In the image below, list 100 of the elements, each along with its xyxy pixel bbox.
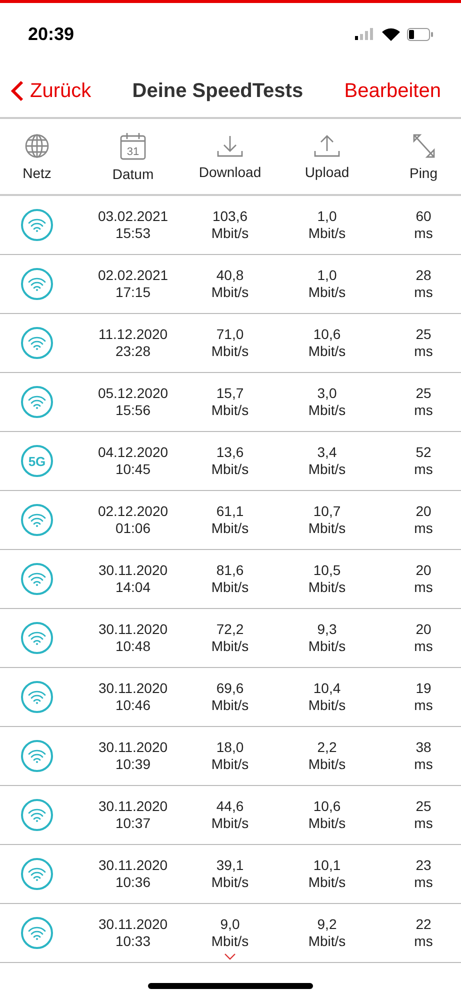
test-date: 02.12.2020 [98,503,168,520]
ping-value: 19 [416,680,432,697]
wifi-icon [21,504,53,536]
globe-icon [24,132,50,158]
test-time: 17:15 [115,284,151,301]
unit-label: ms [414,402,433,419]
test-date: 30.11.2020 [98,857,168,874]
back-button[interactable]: Zurück [10,80,92,102]
signal-icon [355,28,375,40]
test-date: 30.11.2020 [98,739,168,756]
upload-value: 10,4 [313,680,341,697]
wifi-icon [21,327,53,359]
unit-label: Mbit/s [308,284,346,301]
test-time: 15:56 [115,402,151,419]
test-date: 30.11.2020 [98,798,168,815]
download-value: 103,6 [212,208,248,225]
unit-label: ms [414,933,433,950]
test-date: 05.12.2020 [98,385,168,402]
unit-label: Mbit/s [211,461,249,478]
upload-value: 9,3 [317,621,337,638]
unit-label: Mbit/s [211,579,249,596]
ping-value: 52 [416,444,432,461]
upload-value: 10,6 [313,326,341,343]
unit-label: Mbit/s [308,874,346,891]
unit-label: Mbit/s [211,933,249,950]
wifi-icon [21,740,53,772]
wifi-icon [21,917,53,949]
upload-value: 10,6 [313,798,341,815]
upload-value: 10,5 [313,562,341,579]
unit-label: Mbit/s [308,933,346,950]
unit-label: ms [414,815,433,832]
test-date: 30.11.2020 [98,621,168,638]
test-time: 10:45 [115,461,151,478]
download-value: 40,8 [216,267,244,284]
unit-label: ms [414,874,433,891]
unit-label: Mbit/s [211,756,249,773]
upload-value: 10,1 [313,857,341,874]
unit-label: Mbit/s [308,225,346,242]
upload-value: 2,2 [317,739,337,756]
wifi-icon [21,858,53,890]
ping-value: 25 [416,326,432,343]
unit-label: ms [414,579,433,596]
wifi-icon [21,386,53,418]
download-value: 15,7 [216,385,244,402]
test-date: 03.02.2021 [98,208,168,225]
page-title: Deine SpeedTests [132,80,304,102]
test-time: 10:33 [115,933,151,950]
test-date: 11.12.2020 [98,326,168,343]
unit-label: Mbit/s [308,756,346,773]
unit-label: Mbit/s [211,402,249,419]
ping-value: 20 [416,621,432,638]
unit-label: Mbit/s [211,225,249,242]
unit-label: Mbit/s [211,815,249,832]
upload-value: 1,0 [317,267,337,284]
ping-value: 28 [416,267,432,284]
wifi-icon [21,622,53,654]
download-icon [216,134,244,158]
column-header: Datum [112,166,154,182]
unit-label: Mbit/s [211,638,249,655]
column-header: Upload [304,164,350,180]
upload-value: 3,4 [317,444,337,461]
download-value: 44,6 [216,798,244,815]
download-value: 39,1 [216,857,244,874]
wifi-icon [21,563,53,595]
unit-label: Mbit/s [308,579,346,596]
ping-value: 60 [416,208,432,225]
test-date: 02.02.2021 [98,267,168,284]
edit-button[interactable]: Bearbeiten [344,80,441,102]
download-value: 72,2 [216,621,244,638]
unit-label: ms [414,697,433,714]
column-header: Ping [409,164,438,180]
unit-label: ms [414,225,433,242]
unit-label: Mbit/s [211,520,249,537]
unit-label: Mbit/s [308,520,346,537]
test-time: 10:36 [115,874,151,891]
ping-value: 20 [416,503,432,520]
column-header: Download [198,164,262,180]
unit-label: Mbit/s [308,815,346,832]
unit-label: Mbit/s [211,874,249,891]
test-date: 30.11.2020 [98,916,168,933]
download-value: 81,6 [216,562,244,579]
calendar-icon: 31 [120,132,146,160]
wifi-icon [21,268,53,300]
unit-label: ms [414,461,433,478]
ping-value: 25 [416,385,432,402]
test-time: 10:39 [115,756,151,773]
test-time: 14:04 [115,579,151,596]
ping-value: 25 [416,798,432,815]
download-value: 71,0 [216,326,244,343]
test-date: 30.11.2020 [98,680,168,697]
wifi-icon [21,681,53,713]
wifi-icon [21,799,53,831]
unit-label: Mbit/s [308,697,346,714]
chevron-down-icon [224,953,236,960]
test-time: 10:48 [115,638,151,655]
download-value: 18,0 [216,739,244,756]
unit-label: ms [414,638,433,655]
download-value: 61,1 [216,503,244,520]
unit-label: ms [414,756,433,773]
test-time: 01:06 [115,520,151,537]
